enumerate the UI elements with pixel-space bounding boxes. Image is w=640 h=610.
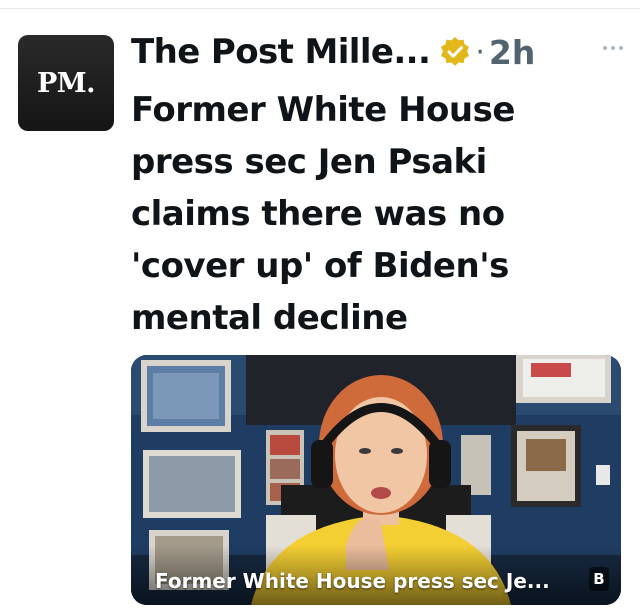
avatar-logo-text: PM. — [36, 67, 96, 99]
more-horizontal-icon[interactable] — [596, 36, 630, 60]
avatar[interactable]: PM. — [18, 35, 114, 131]
separator-dot: · — [475, 34, 485, 70]
gif-badge-icon: B — [589, 567, 609, 591]
top-divider — [0, 8, 640, 9]
media-card[interactable]: Former White House press sec Je... B — [131, 355, 621, 605]
post-text: Former White House press sec Jen Psaki c… — [131, 90, 515, 338]
timestamp[interactable]: 2h — [489, 33, 535, 72]
author-name[interactable]: The Post Mille... — [131, 32, 431, 72]
verified-badge-icon[interactable] — [438, 35, 472, 69]
post-header: The Post Mille... · 2h — [131, 28, 535, 76]
media-caption: Former White House press sec Je... — [155, 569, 550, 593]
